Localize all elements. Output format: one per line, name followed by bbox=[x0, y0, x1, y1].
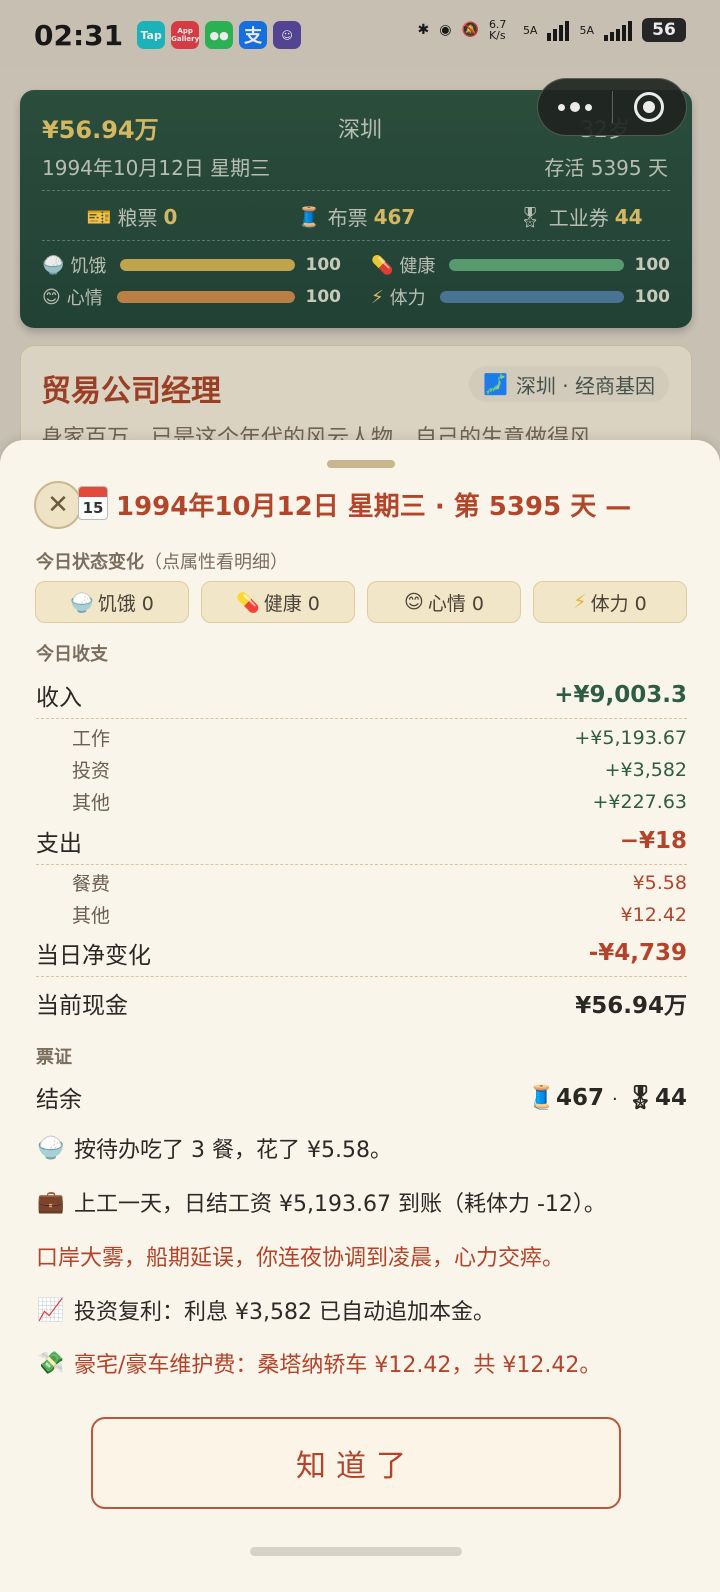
ok-button[interactable]: 知道了 bbox=[91, 1417, 621, 1509]
divider bbox=[36, 718, 687, 719]
chip-health[interactable]: 💊 健康 0 bbox=[201, 581, 355, 623]
coupon-section-label: 票证 bbox=[36, 1047, 72, 1068]
close-button[interactable]: ✕ bbox=[34, 481, 82, 529]
briefcase-icon: 💼 bbox=[37, 1189, 65, 1215]
income-item: 其他 +¥227.63 bbox=[72, 790, 687, 815]
expense-item: 其他 ¥12.42 bbox=[72, 903, 687, 928]
medal-icon: 🎖 bbox=[625, 1084, 655, 1111]
income-item: 工作 +¥5,193.67 bbox=[72, 726, 687, 751]
log-item: 💸 豪宅/豪车维护费：桑塔纳轿车 ¥12.42，共 ¥12.42。 bbox=[37, 1350, 602, 1379]
home-indicator[interactable] bbox=[250, 1547, 462, 1556]
balance-row: 结余 🧵467 · 🎖44 bbox=[36, 1084, 687, 1114]
chart-up-icon: 📈 bbox=[37, 1297, 65, 1323]
net-change-row: 当日净变化 -¥4,739 bbox=[36, 940, 687, 969]
daily-summary-sheet: ✕ 15 1994年10月12日 星期三 · 第 5395 天 — 今日状态变化… bbox=[0, 440, 720, 1592]
rice-icon: 🍚 bbox=[37, 1135, 65, 1161]
divider bbox=[36, 976, 687, 977]
chip-stamina[interactable]: ⚡ 体力 0 bbox=[533, 581, 687, 623]
cash-row: 当前现金 ¥56.94万 bbox=[36, 993, 687, 1019]
chip-mood[interactable]: 😊 心情 0 bbox=[367, 581, 521, 623]
rice-icon: 🍚 bbox=[70, 591, 94, 614]
status-section-label: 今日状态变化（点属性看明细） bbox=[36, 552, 288, 573]
finance-section-label: 今日收支 bbox=[36, 644, 108, 665]
sheet-title: 1994年10月12日 星期三 · 第 5395 天 — bbox=[116, 492, 632, 522]
balance-values: 🧵467 · 🎖44 bbox=[527, 1084, 687, 1111]
log-item-event: 口岸大雾，船期延误，你连夜协调到凌晨，心力交瘁。 bbox=[36, 1246, 565, 1271]
income-item: 投资 +¥3,582 bbox=[72, 758, 687, 783]
pill-icon: 💊 bbox=[236, 591, 260, 614]
close-icon: ✕ bbox=[47, 490, 69, 520]
smile-icon: 😊 bbox=[404, 591, 424, 613]
calendar-icon: 15 bbox=[78, 486, 108, 520]
log-item: 🍚 按待办吃了 3 餐，花了 ¥5.58。 bbox=[37, 1135, 392, 1164]
divider bbox=[36, 864, 687, 865]
thread-icon: 🧵 bbox=[527, 1084, 556, 1111]
expense-row: 支出 −¥18 bbox=[36, 828, 687, 857]
income-row: 收入 +¥9,003.3 bbox=[36, 682, 687, 711]
log-item: 💼 上工一天，日结工资 ¥5,193.67 到账（耗体力 -12）。 bbox=[37, 1189, 606, 1218]
bolt-icon: ⚡ bbox=[573, 591, 587, 613]
status-chips: 🍚 饥饿 0 💊 健康 0 😊 心情 0 ⚡ 体力 0 bbox=[35, 581, 687, 623]
money-wings-icon: 💸 bbox=[37, 1350, 65, 1376]
log-item: 📈 投资复利：利息 ¥3,582 已自动追加本金。 bbox=[37, 1297, 495, 1326]
expense-item: 餐费 ¥5.58 bbox=[72, 871, 687, 896]
drag-handle[interactable] bbox=[327, 460, 395, 468]
chip-hunger[interactable]: 🍚 饥饿 0 bbox=[35, 581, 189, 623]
